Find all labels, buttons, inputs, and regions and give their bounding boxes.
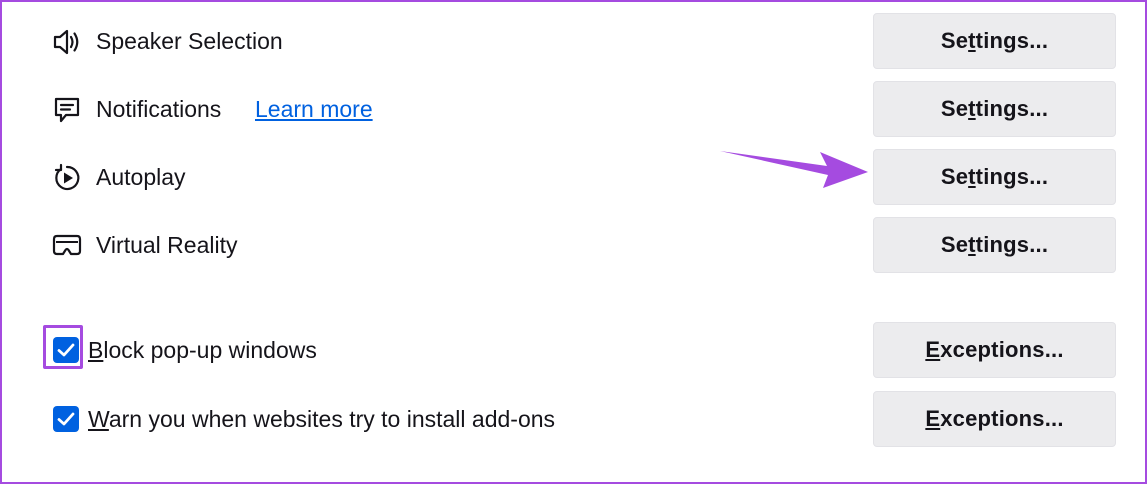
label-text: lock pop-up windows	[103, 337, 317, 363]
learn-more-link[interactable]: Learn more	[255, 81, 373, 137]
button-accesskey: t	[968, 96, 976, 121]
checkbox-highlight-annotation	[43, 325, 83, 369]
block-popups-label[interactable]: Block pop-up windows	[88, 322, 317, 378]
label-text: arn you when websites try to install add…	[108, 406, 556, 432]
popup-exceptions-button[interactable]: Exceptions...	[873, 322, 1116, 378]
warn-addons-row: Warn you when websites try to install ad…	[0, 391, 1147, 447]
permission-row-autoplay: Autoplay Se t tings...	[0, 149, 1147, 205]
button-text-post: tings...	[975, 28, 1049, 53]
button-text-post: xceptions...	[940, 337, 1064, 362]
warn-addons-label[interactable]: Warn you when websites try to install ad…	[88, 391, 555, 447]
button-accesskey: t	[968, 164, 976, 189]
autoplay-settings-button[interactable]: Se t tings...	[873, 149, 1116, 205]
button-text-pre: Se	[940, 232, 969, 257]
warn-addons-checkbox[interactable]	[53, 406, 79, 432]
label-accesskey: W	[88, 406, 109, 432]
button-accesskey: E	[925, 406, 941, 431]
checkmark-icon	[57, 412, 75, 426]
notifications-settings-button[interactable]: Se t tings...	[873, 81, 1116, 137]
button-text-post: xceptions...	[940, 406, 1064, 431]
button-accesskey: t	[968, 232, 976, 257]
button-accesskey: t	[968, 28, 976, 53]
notification-icon	[51, 95, 83, 125]
permission-label: Virtual Reality	[96, 232, 238, 258]
permission-row-speaker: Speaker Selection Se t tings...	[0, 13, 1147, 69]
button-accesskey: E	[925, 337, 941, 362]
permission-label: Speaker Selection	[96, 28, 283, 54]
permission-label: Notifications	[96, 96, 222, 122]
autoplay-icon	[51, 163, 83, 193]
permission-row-virtual-reality: Virtual Reality Se t tings...	[0, 217, 1147, 273]
vr-settings-button[interactable]: Se t tings...	[873, 217, 1116, 273]
label-accesskey: B	[88, 337, 104, 363]
speaker-icon	[51, 27, 83, 57]
button-text-pre: Se	[940, 28, 969, 53]
annotation-arrow-icon	[720, 151, 868, 188]
button-text-post: tings...	[975, 96, 1049, 121]
speaker-settings-button[interactable]: Se t tings...	[873, 13, 1116, 69]
vr-headset-icon	[51, 231, 83, 261]
addons-exceptions-button[interactable]: Exceptions...	[873, 391, 1116, 447]
button-text-post: tings...	[975, 164, 1049, 189]
button-text-post: tings...	[975, 232, 1049, 257]
block-popups-row: Block pop-up windows Exceptions...	[0, 322, 1147, 378]
permission-row-notifications: Notifications Learn more Se t tings...	[0, 81, 1147, 137]
permission-label: Autoplay	[96, 164, 186, 190]
button-text-pre: Se	[940, 164, 969, 189]
button-text-pre: Se	[940, 96, 969, 121]
